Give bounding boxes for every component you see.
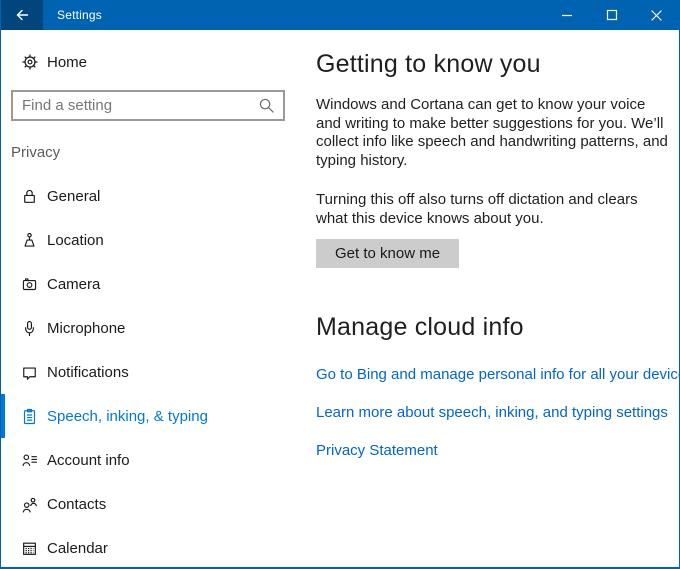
sidebar-item-calendar[interactable]: Calendar (1, 526, 301, 569)
sidebar-item-label: General (47, 188, 100, 205)
gear-icon (21, 53, 39, 71)
back-button[interactable] (1, 0, 43, 30)
sidebar-item-home[interactable]: Home (1, 47, 301, 77)
sidebar-item-label: Location (47, 232, 104, 249)
sidebar-item-notifications[interactable]: Notifications (1, 350, 301, 394)
person-list-icon (21, 452, 38, 469)
back-arrow-icon (14, 7, 30, 23)
sidebar-item-label: Microphone (47, 320, 125, 337)
location-marker-icon (21, 232, 38, 249)
sidebar-item-camera[interactable]: Camera (1, 262, 301, 306)
sidebar: Home Privacy (1, 30, 301, 567)
sidebar-item-label: Speech, inking, & typing (47, 408, 208, 425)
sidebar-item-account-info[interactable]: Account info (1, 438, 301, 482)
camera-icon (21, 276, 38, 293)
window-controls (544, 0, 679, 30)
window-content: Home Privacy (1, 30, 679, 567)
link-bing-personal-info[interactable]: Go to Bing and manage personal info for … (316, 366, 680, 383)
calendar-icon (21, 540, 38, 557)
sidebar-item-label: Camera (47, 276, 100, 293)
speech-bubble-icon (21, 364, 38, 381)
close-button[interactable] (634, 0, 679, 30)
search-box (11, 90, 285, 121)
sidebar-item-label: Contacts (47, 496, 106, 513)
getting-to-know-you-description: Windows and Cortana can get to know your… (316, 96, 668, 170)
maximize-button[interactable] (589, 0, 634, 30)
sidebar-item-label: Notifications (47, 364, 129, 381)
link-privacy-statement[interactable]: Privacy Statement (316, 442, 680, 459)
maximize-icon (606, 9, 618, 21)
get-to-know-me-button[interactable]: Get to know me (316, 239, 459, 268)
sidebar-item-location[interactable]: Location (1, 218, 301, 262)
clipboard-icon (21, 408, 38, 425)
sidebar-item-label: Account info (47, 452, 130, 469)
window-title: Settings (57, 8, 102, 22)
section-title-manage-cloud-info: Manage cloud info (316, 313, 680, 342)
sidebar-item-speech-inking-typing[interactable]: Speech, inking, & typing (1, 394, 301, 438)
sidebar-item-label: Calendar (47, 540, 108, 557)
search-input[interactable] (13, 92, 283, 119)
two-people-icon (21, 496, 38, 513)
lock-icon (21, 188, 38, 205)
microphone-icon (21, 320, 38, 337)
link-learn-more-speech-settings[interactable]: Learn more about speech, inking, and typ… (316, 404, 680, 421)
cloud-info-links: Go to Bing and manage personal info for … (316, 366, 680, 459)
page-title-getting-to-know-you: Getting to know you (316, 50, 680, 79)
sidebar-item-microphone[interactable]: Microphone (1, 306, 301, 350)
sidebar-section-label: Privacy (11, 144, 301, 161)
sidebar-item-contacts[interactable]: Contacts (1, 482, 301, 526)
getting-to-know-you-note: Turning this off also turns off dictatio… (316, 191, 668, 228)
sidebar-nav: General Location (1, 174, 301, 569)
home-label: Home (47, 54, 87, 71)
sidebar-item-general[interactable]: General (1, 174, 301, 218)
main-panel: Getting to know you Windows and Cortana … (301, 30, 680, 567)
minimize-button[interactable] (544, 0, 589, 30)
titlebar: Settings (1, 0, 679, 30)
close-icon (650, 9, 663, 22)
search-icon[interactable] (258, 97, 275, 114)
minimize-icon (561, 9, 573, 21)
settings-window: Settings (0, 0, 680, 569)
